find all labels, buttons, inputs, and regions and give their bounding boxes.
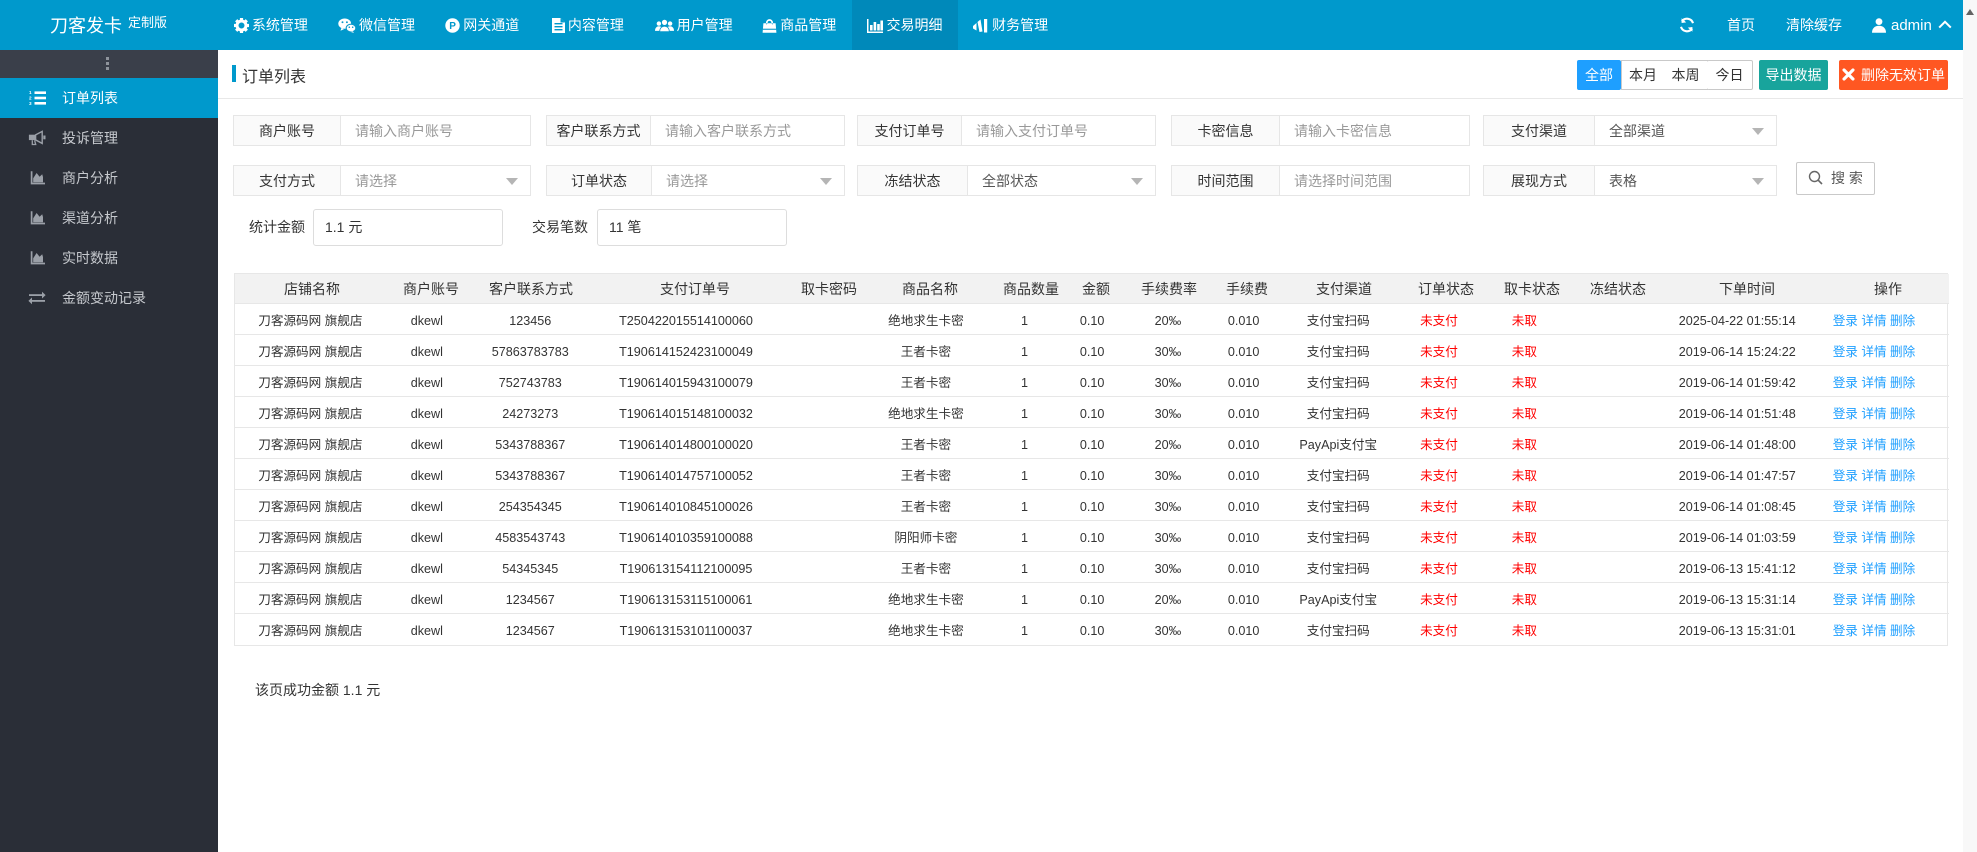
svg-text:1: 1 xyxy=(29,90,32,95)
svg-text:3: 3 xyxy=(29,101,32,106)
svg-text:2: 2 xyxy=(29,96,32,101)
svg-text:P: P xyxy=(449,21,456,32)
